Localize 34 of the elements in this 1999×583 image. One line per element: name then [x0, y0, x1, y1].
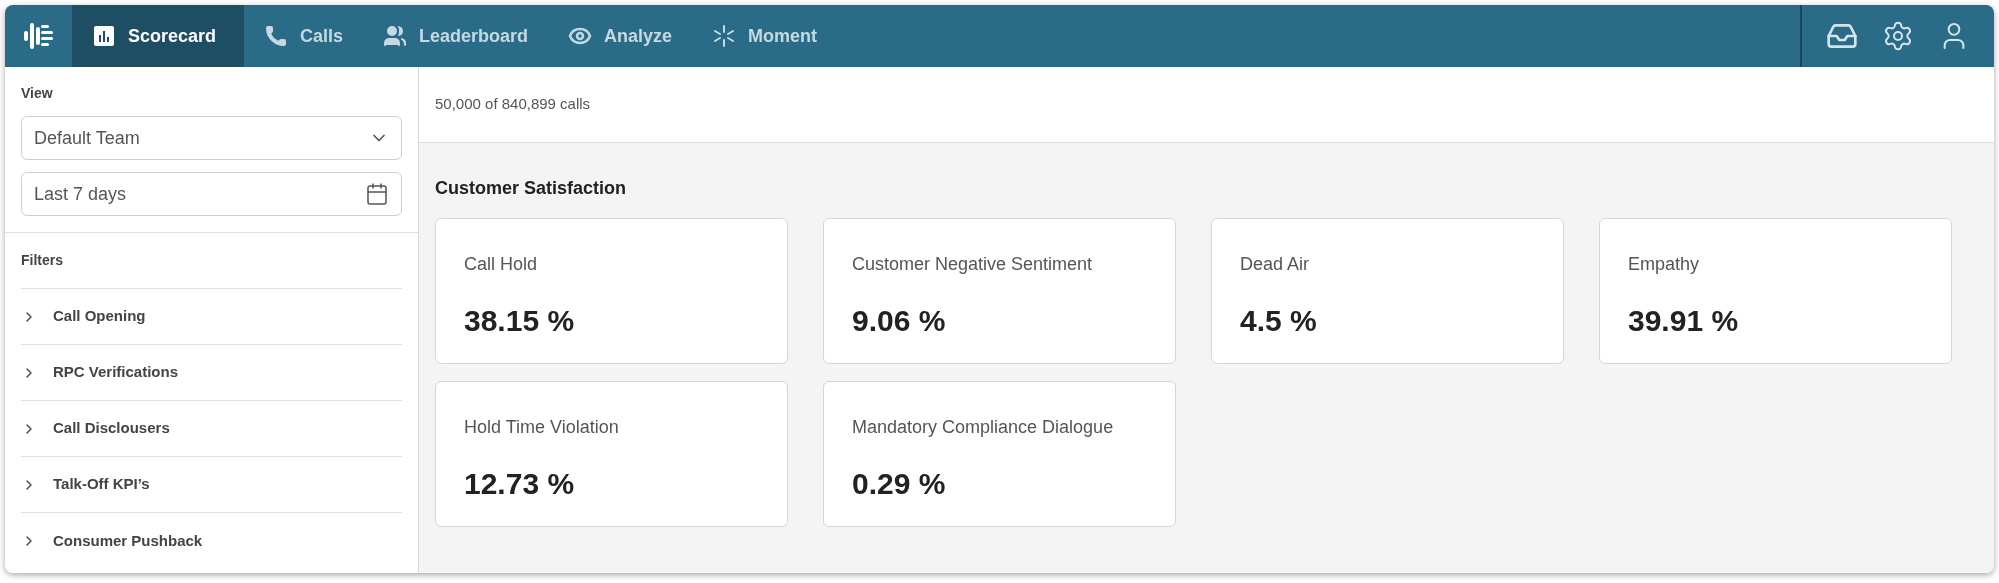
filter-item[interactable]: Call Disclousers [21, 401, 402, 457]
date-field[interactable]: Last 7 days [21, 172, 402, 216]
filter-item[interactable]: Consumer Pushback [21, 513, 402, 569]
sparkle-icon [712, 24, 737, 48]
metric-value: 38.15 % [464, 303, 576, 339]
nav-tab[interactable]: Calls [244, 5, 364, 67]
metric-label: Call Hold [464, 253, 539, 276]
nav-tab[interactable]: Scorecard [72, 5, 244, 67]
metric-label: Customer Negative Sentiment [852, 253, 1094, 276]
metric-label: Empathy [1628, 253, 1701, 276]
nav-tab[interactable]: Analyze [548, 5, 693, 67]
metric-value: 39.91 % [1628, 303, 1740, 339]
metric-label: Mandatory Compliance Dialogue [852, 416, 1115, 439]
metric-value: 4.5 % [1240, 303, 1318, 339]
settings-icon[interactable] [1882, 20, 1914, 52]
bar-chart-icon [92, 24, 116, 48]
filter-item[interactable]: Call Opening [21, 289, 402, 345]
section-title: Customer Satisfaction [435, 177, 628, 200]
filter-item[interactable]: RPC Verifications [21, 345, 402, 401]
filters-label: Filters [21, 233, 402, 289]
people-icon [383, 24, 408, 48]
metric-value: 0.29 % [852, 466, 947, 502]
phone-icon [264, 24, 288, 48]
metric-label: Hold Time Violation [464, 416, 620, 439]
calendar-icon [365, 182, 389, 206]
nav-tab[interactable]: Leaderboard [363, 5, 549, 67]
nav-tab[interactable]: Moment [692, 5, 838, 67]
metric-value: 9.06 % [852, 303, 947, 339]
call-count: 50,000 of 840,899 calls [435, 94, 591, 115]
view-label: View [21, 84, 54, 103]
filter-item[interactable]: Talk-Off KPI’s [21, 457, 402, 513]
metric-label: Dead Air [1240, 253, 1311, 276]
team-select[interactable]: Default Team [21, 116, 402, 160]
metric-value: 12.73 % [464, 466, 576, 502]
